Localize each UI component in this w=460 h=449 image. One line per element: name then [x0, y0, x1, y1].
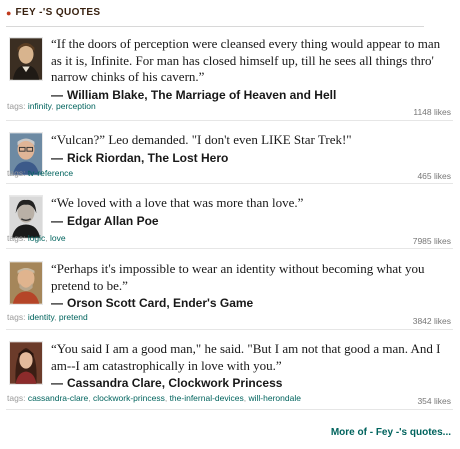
- section-title[interactable]: FEY -'S QUOTES: [15, 5, 100, 21]
- orson-scott-card-portrait-icon: [10, 262, 42, 304]
- tag-link[interactable]: infinity: [28, 101, 51, 111]
- william-blake-portrait-icon: [10, 38, 42, 80]
- tag-link[interactable]: identity: [28, 312, 54, 322]
- tag-link[interactable]: will-herondale: [248, 393, 300, 403]
- quote-item: “If the doors of perception were cleanse…: [6, 36, 453, 121]
- tags-row: tags: logic, love: [7, 233, 66, 243]
- quote-body: “You said I am a good man," he said. "Bu…: [51, 341, 447, 391]
- quote-item: “We loved with a love that was more than…: [6, 195, 453, 249]
- author-dash: —: [51, 213, 63, 228]
- tags-label: tags:: [7, 233, 26, 243]
- tags-label: tags:: [7, 312, 26, 322]
- tags-row: tags: cassandra-clare, clockwork-princes…: [7, 393, 301, 403]
- author-name[interactable]: Cassandra Clare, Clockwork Princess: [67, 376, 282, 390]
- tag-link[interactable]: love: [50, 233, 66, 243]
- quote-text: “We loved with a love that was more than…: [51, 195, 304, 210]
- likes-count[interactable]: 1148 likes: [413, 106, 451, 118]
- author-name[interactable]: Edgar Allan Poe: [67, 214, 159, 228]
- tags-row: tags: infinity, perception: [7, 101, 96, 111]
- tags-label: tags:: [7, 168, 26, 178]
- tags-row: tags: identity, pretend: [7, 312, 88, 322]
- quote-body: “We loved with a love that was more than…: [51, 195, 447, 229]
- quote-author[interactable]: — Cassandra Clare, Clockwork Princess: [51, 376, 447, 391]
- quote-author[interactable]: — Orson Scott Card, Ender's Game: [51, 296, 447, 311]
- quote-author[interactable]: — Edgar Allan Poe: [51, 214, 447, 229]
- quote-body: “If the doors of perception were cleanse…: [51, 36, 447, 103]
- likes-count[interactable]: 3842 likes: [413, 315, 451, 327]
- more-quotes-link[interactable]: More of - Fey -'s quotes...: [331, 427, 451, 438]
- author-name[interactable]: William Blake, The Marriage of Heaven an…: [67, 88, 336, 102]
- author-avatar[interactable]: [9, 37, 43, 81]
- quote-body: “Vulcan?” Leo demanded. "I don't even LI…: [51, 132, 447, 166]
- tag-link[interactable]: clockwork-princess: [93, 393, 165, 403]
- divider: [6, 409, 453, 410]
- quote-text: “Vulcan?” Leo demanded. "I don't even LI…: [51, 132, 352, 147]
- section-header: ● FEY -'S QUOTES: [6, 5, 424, 27]
- author-dash: —: [51, 150, 63, 165]
- tag-link[interactable]: logic: [28, 233, 45, 243]
- tags-label: tags:: [7, 393, 26, 403]
- author-name[interactable]: Orson Scott Card, Ender's Game: [67, 296, 253, 310]
- divider: [6, 248, 453, 249]
- quote-author[interactable]: — William Blake, The Marriage of Heaven a…: [51, 88, 447, 103]
- quote-author[interactable]: — Rick Riordan, The Lost Hero: [51, 151, 447, 166]
- tag-link[interactable]: the-infernal-devices: [170, 393, 244, 403]
- cassandra-clare-portrait-icon: [10, 342, 42, 384]
- tag-link[interactable]: pretend: [59, 312, 88, 322]
- quote-text: “If the doors of perception were cleanse…: [51, 36, 441, 84]
- author-avatar[interactable]: [9, 261, 43, 305]
- quotes-widget: ● FEY -'S QUOTES “If the doors of percep…: [0, 0, 460, 449]
- tag-link[interactable]: perception: [56, 101, 96, 111]
- quote-item: “Perhaps it's impossible to wear an iden…: [6, 261, 453, 330]
- author-dash: —: [51, 296, 63, 310]
- tag-link[interactable]: cassandra-clare: [28, 393, 88, 403]
- quote-item: “Vulcan?” Leo demanded. "I don't even LI…: [6, 132, 453, 184]
- quote-text: “Perhaps it's impossible to wear an iden…: [51, 261, 425, 293]
- bullet-icon: ●: [6, 8, 12, 18]
- divider: [6, 120, 453, 121]
- tags-label: tags:: [7, 101, 26, 111]
- quote-text: “You said I am a good man," he said. "Bu…: [51, 341, 441, 373]
- divider: [6, 183, 453, 184]
- likes-count[interactable]: 465 likes: [417, 170, 451, 182]
- tags-row: tags: tv-reference: [7, 167, 73, 179]
- tag-link[interactable]: tv-reference: [28, 168, 73, 178]
- author-name[interactable]: Rick Riordan, The Lost Hero: [67, 151, 228, 165]
- likes-count[interactable]: 7985 likes: [413, 235, 451, 247]
- author-avatar[interactable]: [9, 341, 43, 385]
- quote-body: “Perhaps it's impossible to wear an iden…: [51, 261, 447, 311]
- divider: [6, 329, 453, 330]
- quote-item: “You said I am a good man," he said. "Bu…: [6, 341, 453, 410]
- likes-count[interactable]: 354 likes: [417, 395, 451, 407]
- author-dash: —: [51, 376, 63, 390]
